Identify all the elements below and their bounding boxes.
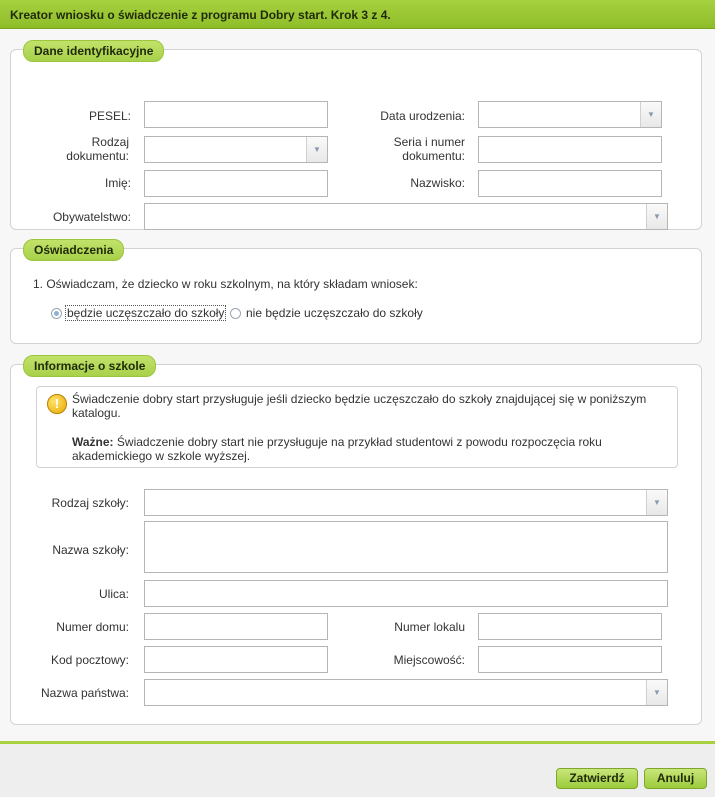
exclamation-warning-icon: ! (47, 394, 67, 414)
doctype-select[interactable]: ▼ (144, 136, 328, 163)
pesel-input[interactable] (144, 101, 328, 128)
street-label: Ulica: (98, 587, 129, 601)
school-info-text: Świadczenie dobry start przysługuje jeśl… (72, 392, 647, 420)
city-input[interactable] (478, 646, 662, 673)
declarations-legend: Oświadczenia (23, 239, 125, 261)
postcode-input[interactable] (144, 646, 328, 673)
radio-will-attend[interactable] (51, 308, 62, 319)
chevron-down-icon[interactable]: ▼ (646, 204, 667, 229)
important-text: Świadczenie dobry start nie przysługuje … (72, 435, 602, 463)
chevron-down-icon[interactable]: ▼ (646, 680, 667, 705)
lastname-input[interactable] (478, 170, 662, 197)
confirm-button[interactable]: Zatwierdź (556, 768, 638, 789)
citizenship-select[interactable]: ▼ (144, 203, 668, 230)
country-label: Nazwa państwa: (40, 686, 129, 700)
chevron-down-icon[interactable]: ▼ (646, 490, 667, 515)
wizard-title: Kreator wniosku o świadczenie z programu… (10, 8, 391, 22)
chevron-down-icon[interactable]: ▼ (306, 137, 327, 162)
flat-number-input[interactable] (478, 613, 662, 640)
docnumber-input[interactable] (478, 136, 662, 163)
school-info-box: ! Świadczenie dobry start przysługuje je… (36, 386, 678, 468)
country-select[interactable]: ▼ (144, 679, 668, 706)
pesel-label: PESEL: (88, 109, 131, 123)
house-number-input[interactable] (144, 613, 328, 640)
chevron-down-icon[interactable]: ▼ (640, 102, 661, 127)
identity-section: Dane identyfikacyjne PESEL: Data urodzen… (10, 40, 702, 230)
school-name-label: Nazwa szkoły: (52, 543, 129, 557)
doctype-label: Rodzaj dokumentu: (66, 135, 129, 163)
radio-will-attend-label[interactable]: będzie uczęszczało do szkoły (65, 305, 227, 321)
wizard-title-bar: Kreator wniosku o świadczenie z programu… (0, 0, 715, 29)
firstname-input[interactable] (144, 170, 328, 197)
identity-legend: Dane identyfikacyjne (23, 40, 165, 62)
lastname-label: Nazwisko: (410, 176, 465, 190)
school-important-note: Ważne: Świadczenie dobry start nie przys… (72, 435, 632, 463)
docnumber-label: Seria i numer dokumentu: (393, 135, 465, 163)
citizenship-label: Obywatelstwo: (52, 210, 131, 224)
street-input[interactable] (144, 580, 668, 607)
wizard-content: Dane identyfikacyjne PESEL: Data urodzen… (0, 29, 715, 744)
cancel-button[interactable]: Anuluj (644, 768, 707, 789)
house-number-label: Numer domu: (56, 620, 129, 634)
school-name-textarea[interactable] (144, 521, 668, 573)
declaration-question: 1. Oświadczam, że dziecko w roku szkolny… (33, 277, 418, 291)
important-label: Ważne: (72, 435, 114, 449)
birthdate-select[interactable]: ▼ (478, 101, 662, 128)
school-legend: Informacje o szkole (23, 355, 157, 377)
postcode-label: Kod pocztowy: (50, 653, 129, 667)
flat-number-label: Numer lokalu (394, 620, 465, 634)
city-label: Miejscowość: (393, 653, 465, 667)
radio-will-not-attend-label[interactable]: nie będzie uczęszczało do szkoły (246, 306, 423, 320)
declarations-section: Oświadczenia 1. Oświadczam, że dziecko w… (10, 239, 702, 344)
school-section: Informacje o szkole ! Świadczenie dobry … (10, 355, 702, 725)
birthdate-label: Data urodzenia: (380, 109, 465, 123)
radio-will-not-attend[interactable] (230, 308, 241, 319)
school-type-label: Rodzaj szkoły: (51, 496, 129, 510)
school-type-select[interactable]: ▼ (144, 489, 668, 516)
firstname-label: Imię: (104, 176, 131, 190)
